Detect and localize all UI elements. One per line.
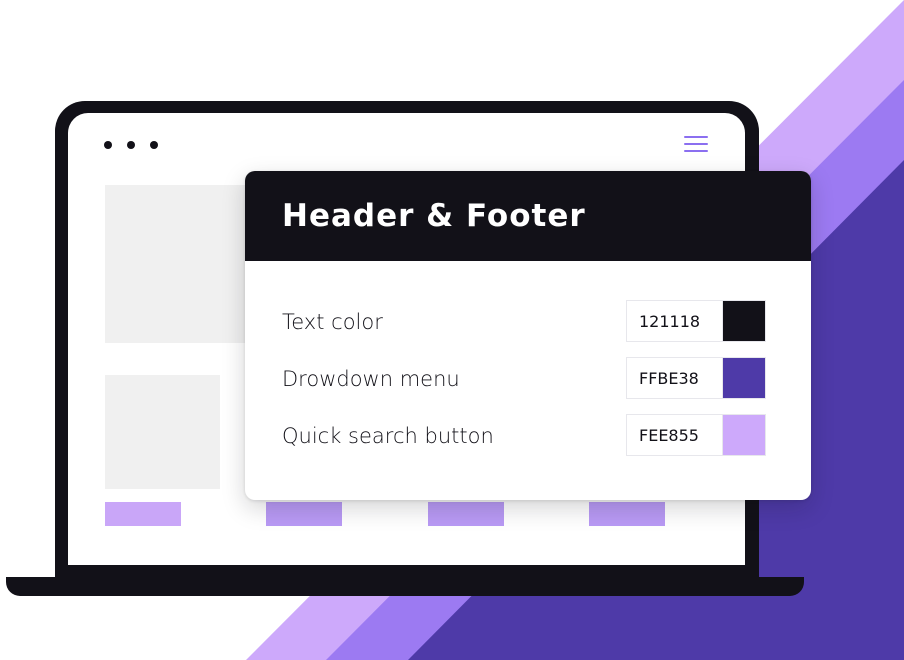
- row-label: Quick search button: [282, 424, 494, 448]
- card-placeholder: [105, 375, 220, 489]
- color-swatch-text[interactable]: [722, 300, 766, 342]
- panel-header: Header & Footer: [245, 171, 811, 261]
- color-row-quick-search: Quick search button: [245, 414, 811, 458]
- three-dots-icon: [104, 141, 158, 149]
- hex-input-quick-search[interactable]: [626, 414, 723, 456]
- hamburger-menu-icon[interactable]: [684, 136, 708, 152]
- placeholder-button[interactable]: [105, 502, 181, 526]
- laptop-base: [6, 577, 804, 596]
- color-row-dropdown: Drowdown menu: [245, 357, 811, 401]
- hex-input-text-color[interactable]: [626, 300, 723, 342]
- row-label: Drowdown menu: [282, 367, 460, 391]
- header-footer-panel: Header & Footer Text color Drowdown menu…: [245, 171, 811, 500]
- window-dot: [104, 141, 112, 149]
- window-dot: [127, 141, 135, 149]
- color-swatch-dropdown[interactable]: [722, 357, 766, 399]
- placeholder-button[interactable]: [266, 502, 342, 526]
- panel-title: Header & Footer: [282, 198, 586, 234]
- window-dot: [150, 141, 158, 149]
- placeholder-button[interactable]: [589, 502, 665, 526]
- color-swatch-quick-search[interactable]: [722, 414, 766, 456]
- placeholder-button[interactable]: [428, 502, 504, 526]
- hex-input-dropdown-menu[interactable]: [626, 357, 723, 399]
- row-label: Text color: [282, 310, 383, 334]
- color-row-text: Text color: [245, 300, 811, 344]
